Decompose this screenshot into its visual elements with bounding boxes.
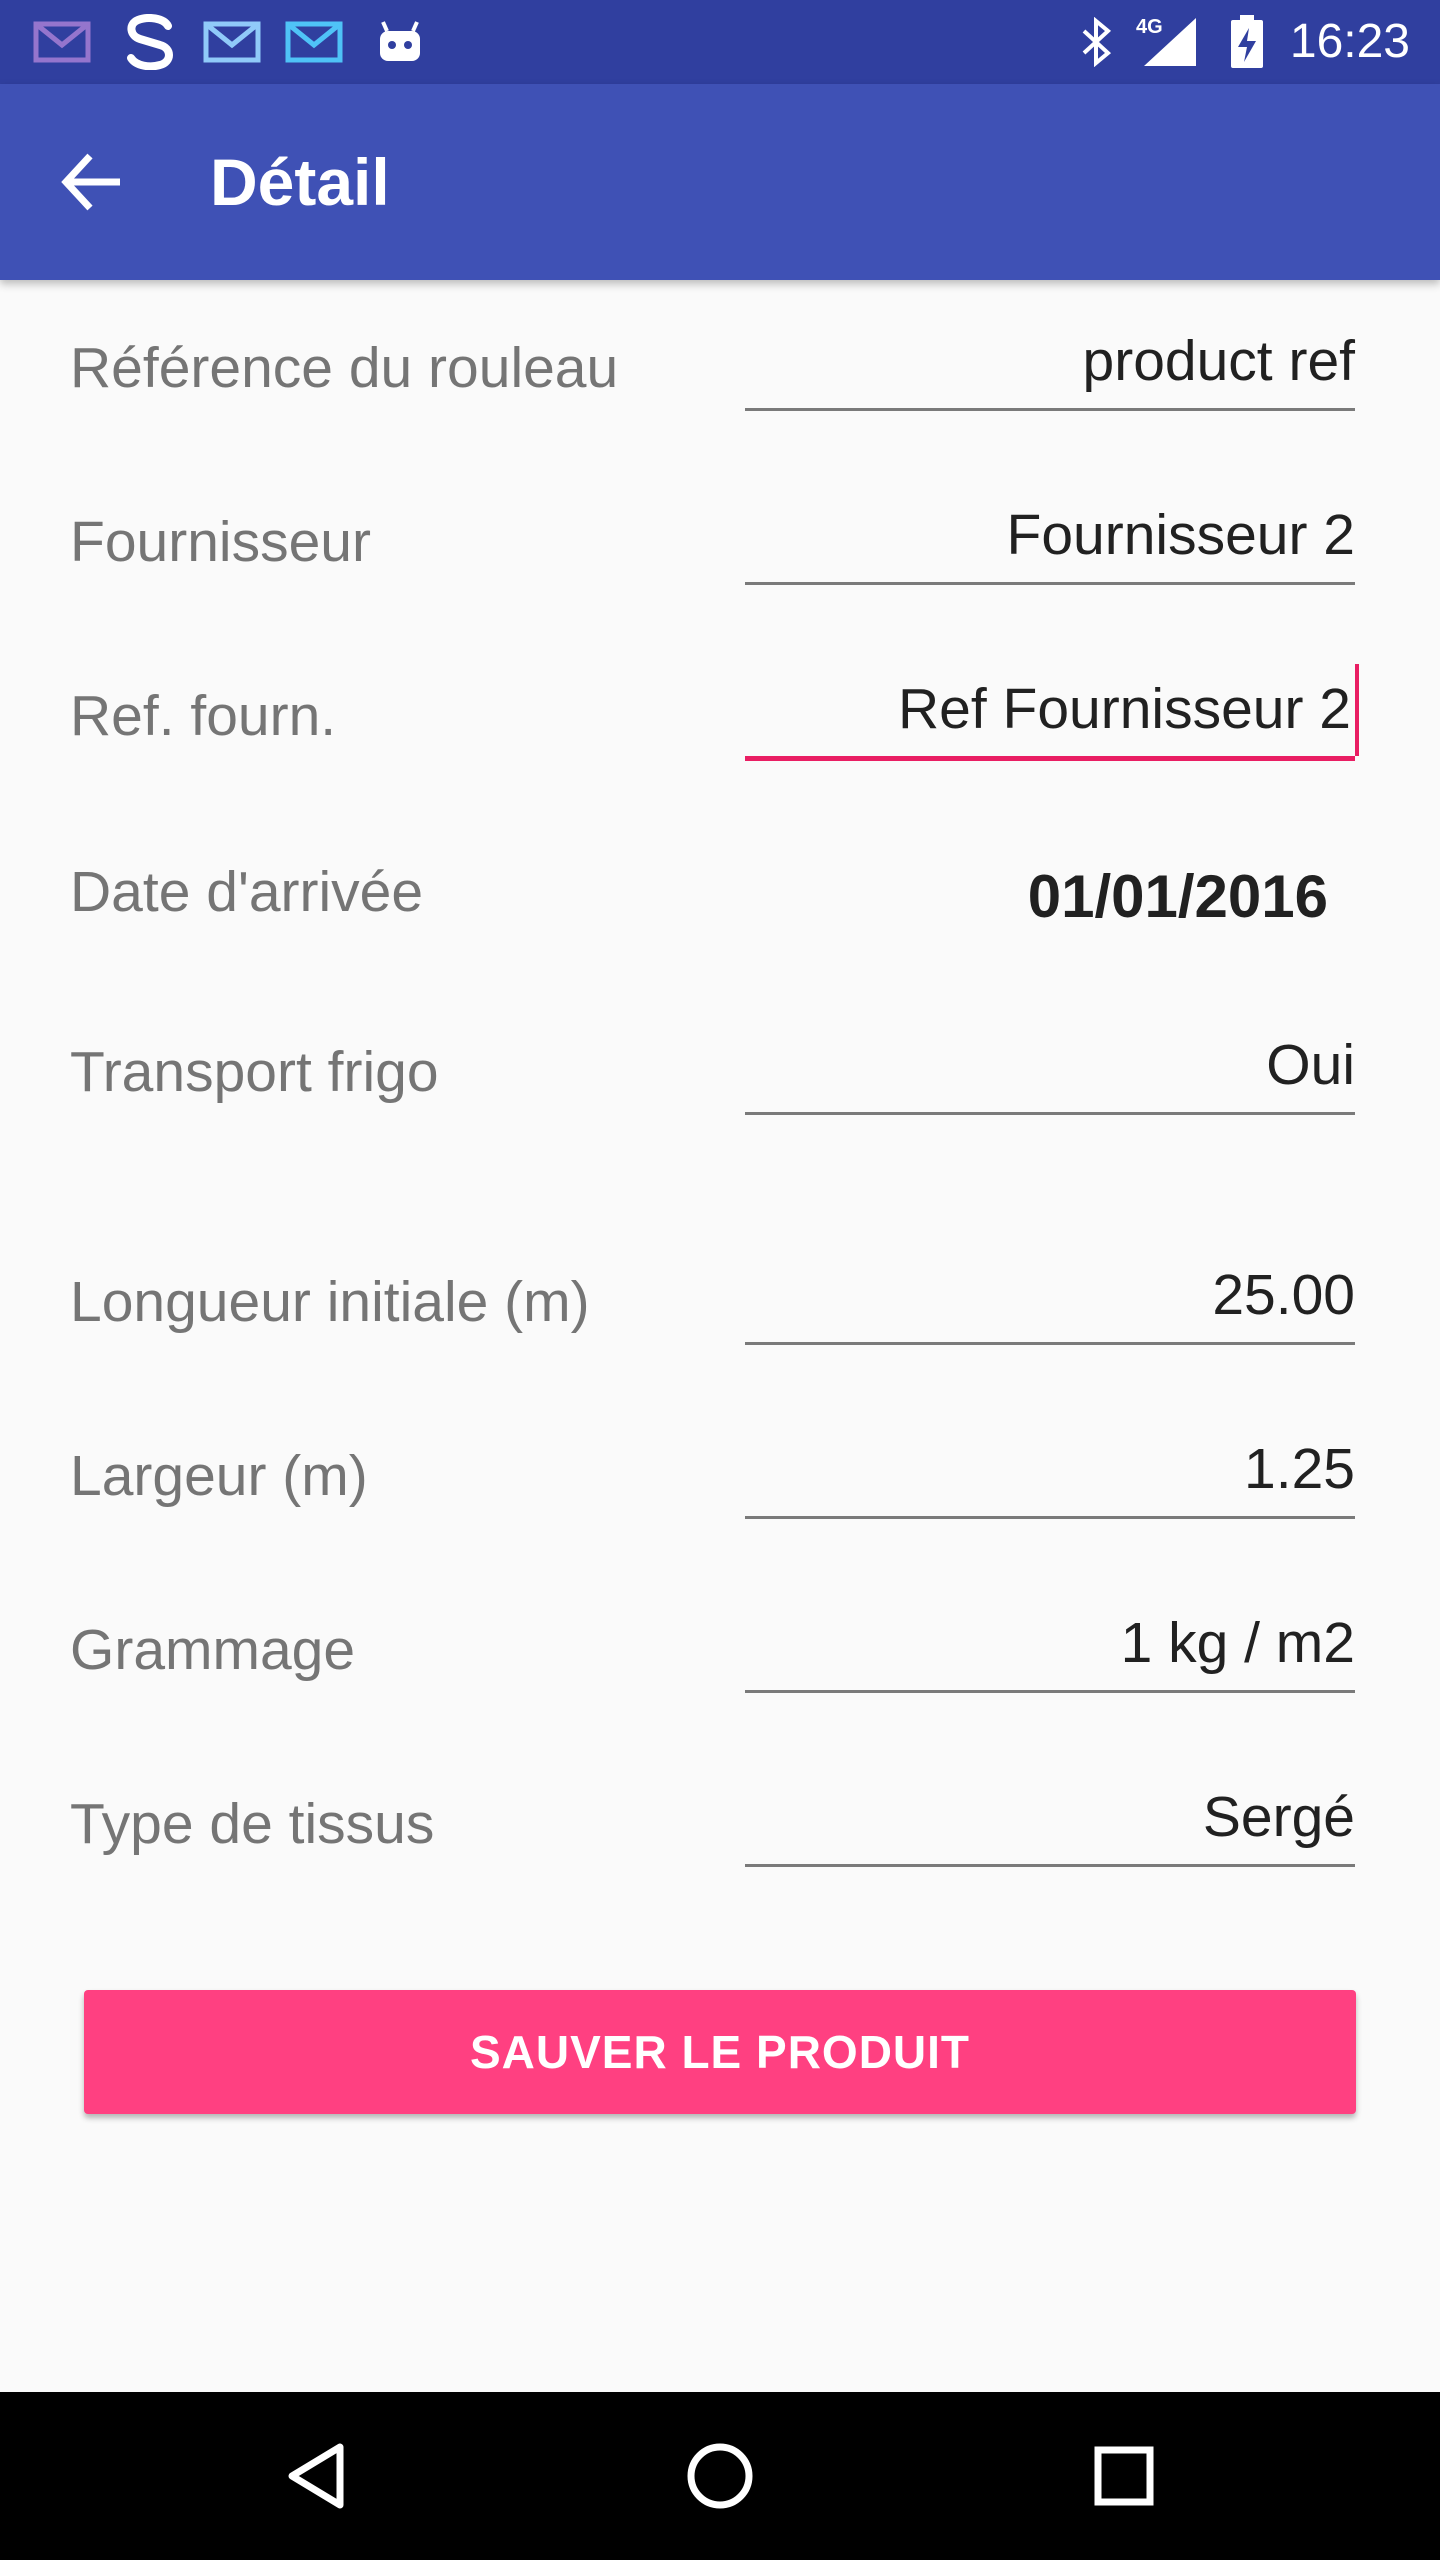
arrow-back-icon [61, 153, 120, 211]
refrigerated-transport-input[interactable]: Oui [745, 1022, 1355, 1115]
supplier-input[interactable]: Fournisseur 2 [745, 492, 1355, 585]
clock: 16:23 [1289, 15, 1410, 68]
width-value: 1.25 [1244, 1437, 1355, 1501]
back-triangle-icon [288, 2443, 344, 2509]
initial-length-input[interactable]: 25.00 [745, 1252, 1355, 1345]
nav-back-button[interactable] [266, 2426, 366, 2526]
nav-home-button[interactable] [670, 2426, 770, 2526]
supplier-value: Fournisseur 2 [1006, 503, 1356, 567]
supplier-label: Fournisseur [70, 510, 371, 574]
grammage-label: Grammage [70, 1618, 356, 1682]
bluetooth-icon [1072, 14, 1122, 70]
mail-icon [200, 14, 264, 70]
home-circle-icon [687, 2443, 753, 2509]
navigation-bar [0, 2392, 1440, 2560]
page-title: Détail [210, 145, 390, 219]
network-type-label: 4G [1136, 16, 1163, 38]
grammage-input[interactable]: 1 kg / m2 [745, 1600, 1355, 1693]
supplier-ref-value: Ref Fournisseur 2 [897, 677, 1351, 741]
mail-icon [30, 14, 94, 70]
save-product-button[interactable]: SAUVER LE PRODUIT [84, 1990, 1356, 2114]
roll-reference-value: product ref [1082, 329, 1355, 393]
nav-recents-button[interactable] [1074, 2426, 1174, 2526]
initial-length-value: 25.00 [1212, 1263, 1355, 1327]
roll-reference-input[interactable]: product ref [745, 318, 1355, 411]
fabric-type-input[interactable]: Sergé [745, 1774, 1355, 1867]
s-app-icon [118, 14, 182, 70]
refrigerated-transport-value: Oui [1266, 1033, 1355, 1097]
battery-charging-icon [1222, 14, 1272, 70]
fabric-type-label: Type de tissus [70, 1792, 435, 1856]
text-cursor [1355, 664, 1359, 756]
arrival-date-label: Date d'arrivée [70, 860, 424, 924]
signal-icon: 4G [1136, 14, 1200, 70]
roll-reference-label: Référence du rouleau [70, 336, 619, 400]
initial-length-label: Longueur initiale (m) [70, 1270, 590, 1334]
android-icon [370, 14, 430, 70]
mail-icon [282, 14, 346, 70]
fabric-type-value: Sergé [1202, 1785, 1355, 1849]
recents-square-icon [1094, 2446, 1154, 2506]
grammage-value: 1 kg / m2 [1120, 1611, 1355, 1675]
supplier-ref-label: Ref. fourn. [70, 684, 337, 748]
arrival-date-picker[interactable]: 01/01/2016 [1028, 862, 1328, 931]
width-label: Largeur (m) [70, 1444, 368, 1508]
back-button[interactable] [44, 134, 140, 230]
supplier-ref-input[interactable]: Ref Fournisseur 2 [745, 664, 1359, 761]
width-input[interactable]: 1.25 [745, 1426, 1355, 1519]
status-bar: 4G 16:23 [0, 0, 1440, 84]
app-bar: Détail [0, 84, 1440, 280]
refrigerated-transport-label: Transport frigo [70, 1040, 439, 1104]
